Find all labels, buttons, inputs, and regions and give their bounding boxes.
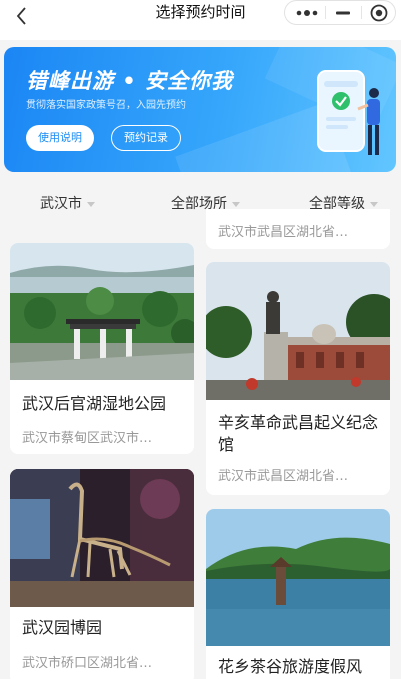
caret-down-icon bbox=[370, 201, 378, 207]
venue-name: 武汉园博园 bbox=[22, 618, 103, 637]
venue-address: 武汉市硚口区湖北省… bbox=[22, 656, 153, 671]
promo-banner: 错峰出游 • 安全你我 贯彻落实国家政策号召，入园先预约 使用说明 预约记录 bbox=[4, 47, 396, 172]
target-close-icon bbox=[370, 4, 388, 21]
venue-card[interactable]: 辛亥革命武昌起义纪念馆 武汉市武昌区湖北省… bbox=[206, 262, 390, 495]
venue-address: 武汉市蔡甸区武汉市… bbox=[22, 431, 153, 446]
venue-address: 武汉市武昌区湖北省… bbox=[218, 469, 349, 484]
banner-subtitle: 贯彻落实国家政策号召，入园先预约 bbox=[26, 100, 186, 111]
venue-card[interactable]: 武汉后官湖湿地公园 武汉市蔡甸区武汉市… bbox=[10, 243, 194, 454]
caret-down-icon bbox=[232, 201, 240, 207]
banner-title: 错峰出游 • 安全你我 bbox=[26, 69, 234, 93]
more-button[interactable] bbox=[289, 1, 325, 24]
venue-address: 武汉市武昌区湖北省… bbox=[218, 225, 349, 240]
more-dots-icon bbox=[296, 9, 318, 16]
caret-down-icon bbox=[87, 201, 95, 207]
minimize-button[interactable] bbox=[325, 1, 361, 24]
venue-card[interactable]: 武汉市武昌区湖北省… bbox=[206, 209, 390, 249]
top-nav-bar: 选择预约时间 bbox=[0, 0, 401, 40]
venue-photo bbox=[206, 262, 390, 400]
venue-name: 武汉后官湖湿地公园 bbox=[22, 394, 167, 413]
city-filter-label: 武汉市 bbox=[40, 196, 82, 212]
city-filter[interactable]: 武汉市 bbox=[40, 183, 95, 225]
venue-card[interactable]: 武汉园博园 武汉市硚口区湖北省… bbox=[10, 469, 194, 679]
venue-photo bbox=[206, 509, 390, 646]
venue-photo bbox=[10, 243, 194, 380]
venue-card[interactable]: 花乡茶谷旅游度假风 bbox=[206, 509, 390, 679]
close-button[interactable] bbox=[361, 1, 397, 24]
venue-name: 辛亥革命武昌起义纪念馆 bbox=[218, 413, 379, 454]
venue-name: 花乡茶谷旅游度假风 bbox=[218, 657, 363, 676]
venue-photo bbox=[10, 469, 194, 607]
phone-person-illustration bbox=[317, 70, 380, 155]
minimize-icon bbox=[336, 11, 350, 14]
mini-program-capsule bbox=[284, 0, 396, 25]
usage-instructions-button[interactable]: 使用说明 bbox=[26, 125, 94, 151]
booking-records-button[interactable]: 预约记录 bbox=[111, 125, 181, 151]
